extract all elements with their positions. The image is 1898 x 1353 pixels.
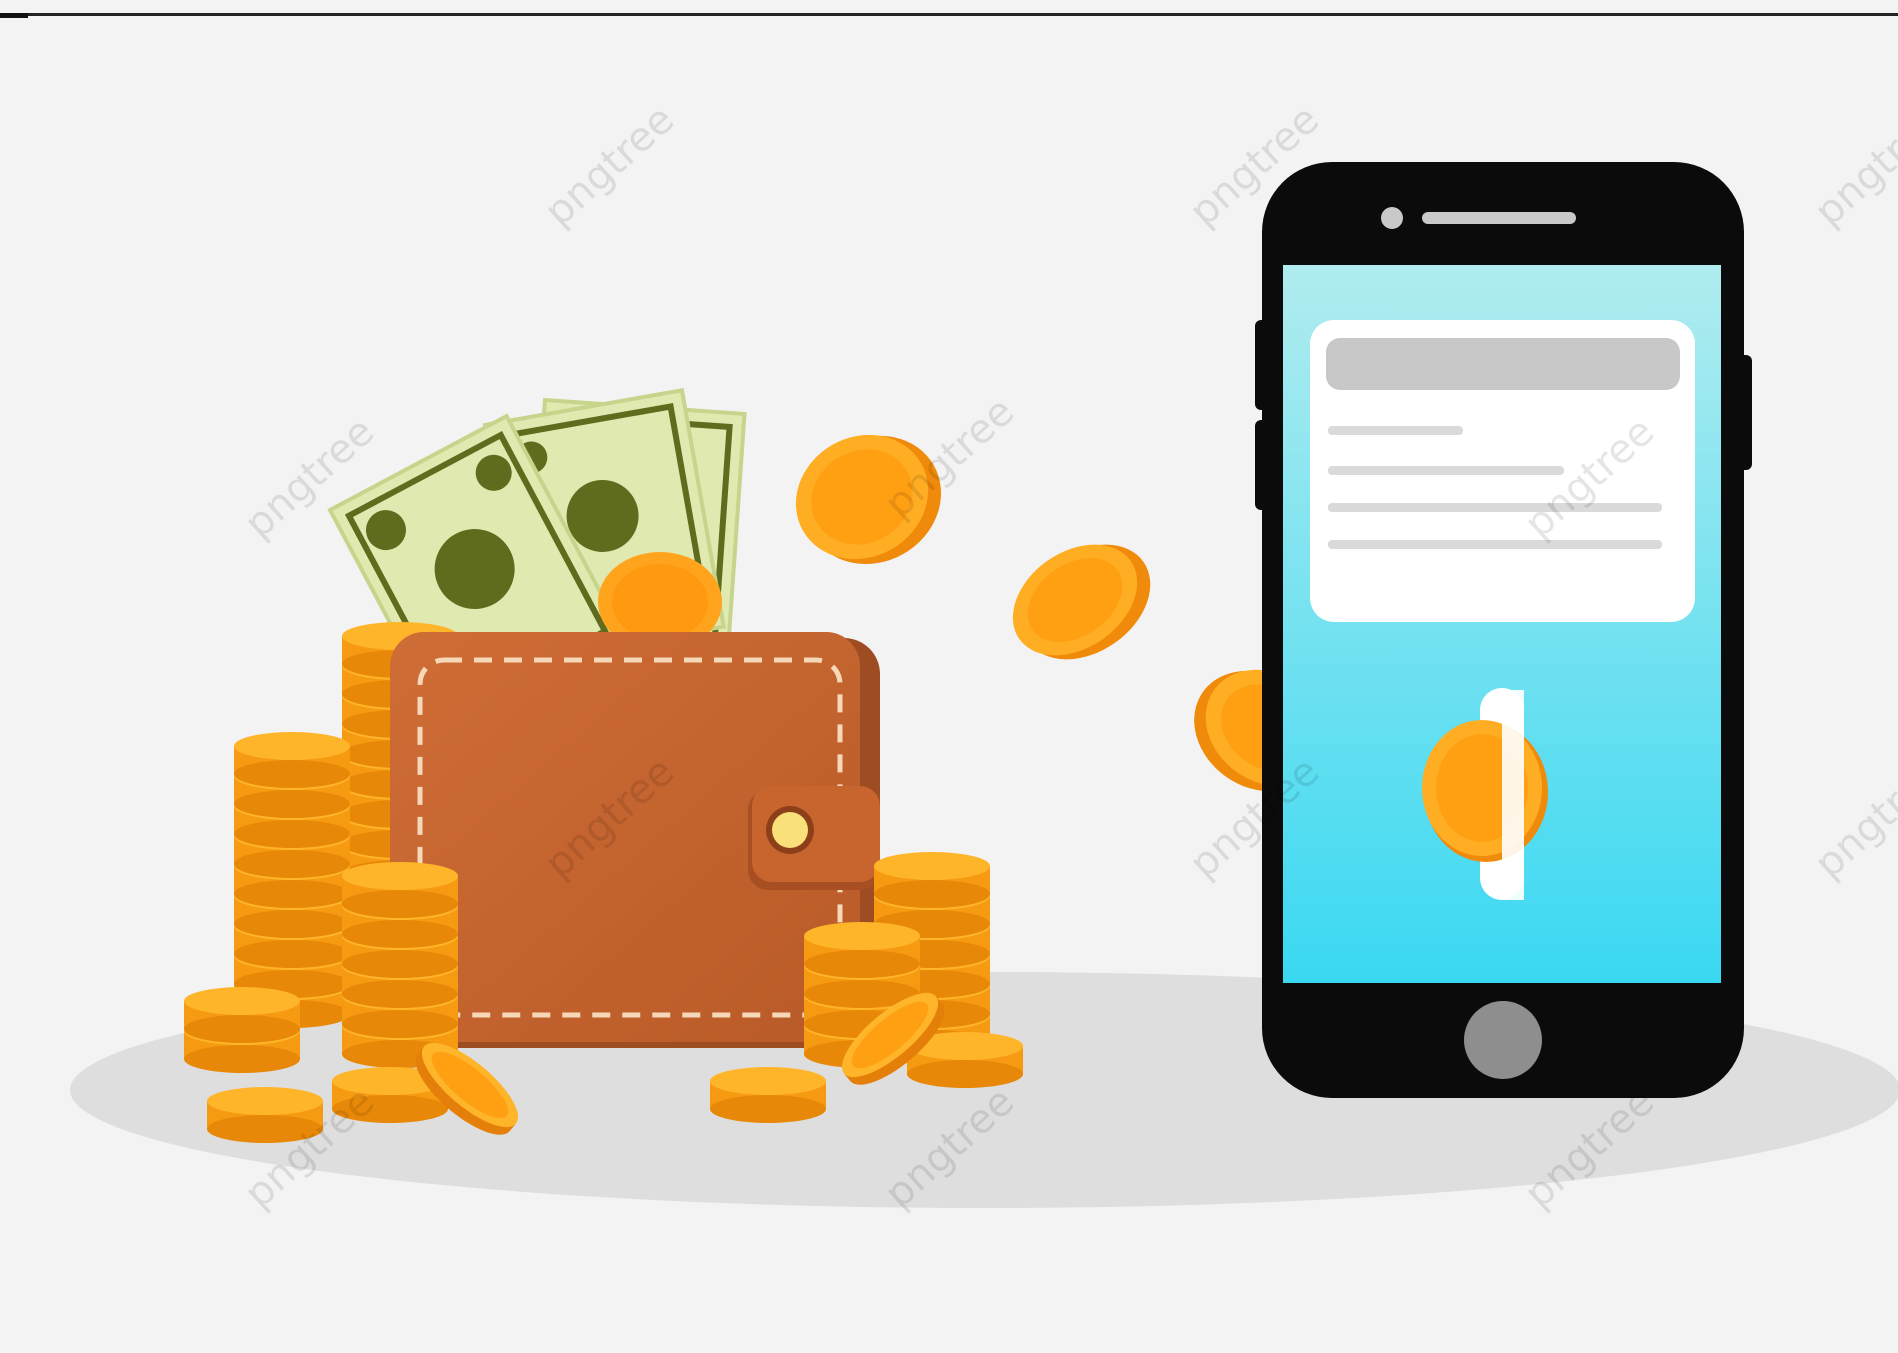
top-rule-tab (0, 13, 28, 18)
coin-stack (234, 732, 350, 1028)
payment-illustration: pngtree pngtree pngtree pngtree pngtree … (0, 0, 1898, 1353)
illustration-canvas: pngtree pngtree pngtree pngtree pngtree … (0, 0, 1898, 1353)
home-button (1464, 1001, 1542, 1079)
payment-card (1310, 320, 1695, 622)
top-rule (0, 13, 1898, 16)
coin-stack (342, 862, 458, 1068)
smartphone-icon (1255, 162, 1752, 1098)
coin-stack (184, 987, 300, 1073)
